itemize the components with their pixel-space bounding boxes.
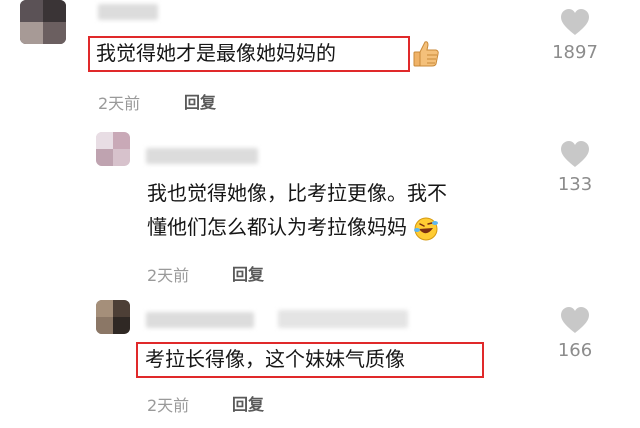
like-count: 1897 [552, 42, 598, 63]
username-blurred[interactable] [146, 312, 254, 328]
heart-icon [561, 141, 589, 167]
username-blurred-extra [278, 310, 408, 328]
comment-text-line-1: 我也觉得她像，比考拉更像。我不 [147, 181, 447, 205]
avatar[interactable] [96, 300, 130, 334]
heart-icon [561, 9, 589, 35]
avatar[interactable] [96, 132, 130, 166]
heart-icon [561, 307, 589, 333]
comment-text: 我也觉得她像，比考拉更像。我不 懂他们怎么都认为考拉像妈妈 [147, 178, 447, 242]
comment-time: 2天前 [147, 266, 190, 285]
like-button[interactable]: 133 [545, 140, 605, 195]
comment-text: 考拉长得像，这个妹妹气质像 [145, 344, 405, 374]
comment-text-content: 我觉得她才是最像她妈妈的 [96, 41, 336, 65]
reply-button[interactable]: 回复 [232, 391, 264, 415]
comment-time: 2天前 [147, 396, 190, 415]
comment-text-line-2: 懂他们怎么都认为考拉像妈妈 [147, 215, 407, 239]
like-button[interactable]: 166 [545, 306, 605, 361]
username-blurred[interactable] [146, 148, 258, 164]
thumbs-up-emoji [413, 41, 439, 67]
comment-text: 我觉得她才是最像她妈妈的 [96, 38, 336, 68]
reply-button[interactable]: 回复 [232, 261, 264, 285]
username-blurred[interactable] [98, 4, 158, 20]
comment-time: 2天前 [98, 94, 141, 113]
like-button[interactable]: 1897 [545, 8, 605, 63]
comment-text-content: 考拉长得像，这个妹妹气质像 [145, 347, 405, 371]
like-count: 166 [557, 340, 593, 361]
reply-button[interactable]: 回复 [184, 89, 216, 113]
rolling-laughing-emoji [414, 217, 439, 240]
like-count: 133 [557, 174, 593, 195]
avatar[interactable] [20, 0, 66, 44]
